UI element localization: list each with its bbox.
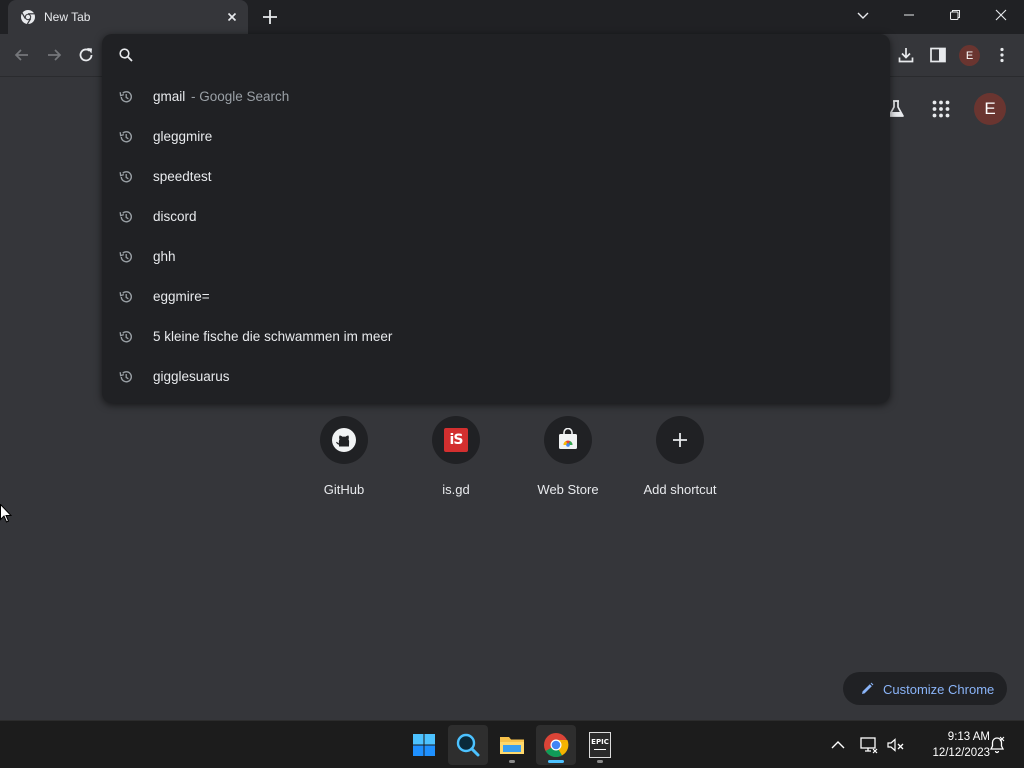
history-icon	[119, 371, 132, 383]
omnibox-dropdown: gmail - Google Search gleggmire speedtest di…	[102, 34, 890, 403]
taskbar: EPIC 9:13 AM 12/12/2023	[0, 720, 1024, 768]
profile-avatar[interactable]: E	[974, 93, 1006, 125]
suggestion-description: - Google Search	[191, 89, 290, 104]
shortcut-tile	[544, 416, 592, 464]
speaker-muted-icon[interactable]	[885, 735, 905, 755]
tab-new-tab[interactable]: New Tab	[8, 0, 248, 34]
taskbar-search-button[interactable]	[448, 725, 488, 765]
tab-close-icon[interactable]	[224, 9, 240, 25]
github-icon	[332, 428, 356, 452]
webstore-icon	[559, 428, 577, 449]
restore-button[interactable]	[932, 0, 978, 30]
network-icon[interactable]	[859, 735, 879, 755]
close-icon	[995, 9, 1007, 21]
suggestion-text: speedtest	[153, 169, 212, 184]
back-arrow-icon[interactable]	[12, 45, 32, 65]
shortcut-label: Web Store	[537, 482, 599, 497]
suggestion-text: discord	[153, 209, 197, 224]
apps-grid-icon[interactable]	[931, 99, 951, 119]
tab-title: New Tab	[44, 10, 91, 24]
side-panel-icon[interactable]	[928, 45, 948, 65]
shortcut-tile: iS	[432, 416, 480, 464]
close-window-button[interactable]	[978, 0, 1024, 30]
history-icon	[119, 171, 132, 183]
history-icon	[119, 331, 132, 343]
mouse-cursor-icon	[0, 504, 12, 523]
omnibox-suggestion[interactable]: gleggmire	[102, 117, 890, 157]
notification-bell-icon[interactable]	[987, 735, 1007, 755]
shortcut-label: GitHub	[323, 482, 365, 497]
clock-date: 12/12/2023	[932, 747, 990, 759]
search-icon	[119, 48, 133, 62]
customize-chrome-button[interactable]: Customize Chrome	[843, 672, 1007, 705]
menu-kebab-icon[interactable]	[992, 45, 1012, 65]
reload-icon[interactable]	[76, 45, 96, 65]
address-bar-input[interactable]	[148, 42, 868, 68]
shortcut-isgd[interactable]: iS is.gd	[400, 416, 512, 506]
suggestion-text: gigglesuarus	[153, 369, 230, 384]
clock-time: 9:13 AM	[947, 731, 990, 743]
restore-icon	[950, 10, 960, 20]
omnibox-suggestion[interactable]: ghh	[102, 237, 890, 277]
history-icon	[119, 91, 132, 103]
add-shortcut-button[interactable]: Add shortcut	[624, 416, 736, 506]
taskbar-chrome[interactable]	[536, 725, 576, 765]
epic-logo-text: EPIC	[591, 737, 609, 746]
tab-strip: New Tab	[0, 0, 1024, 34]
shortcut-web-store[interactable]: Web Store	[512, 416, 624, 506]
taskbar-file-explorer[interactable]	[492, 725, 532, 765]
shortcut-tile	[656, 416, 704, 464]
omnibox-suggestion[interactable]: gigglesuarus	[102, 357, 890, 397]
running-indicator	[509, 760, 515, 763]
file-explorer-icon	[500, 737, 524, 754]
shortcut-label: is.gd	[442, 482, 470, 497]
epic-games-icon: EPIC	[589, 732, 611, 758]
shortcut-github[interactable]: GitHub	[288, 416, 400, 506]
taskbar-clock[interactable]: 9:13 AM 12/12/2023	[910, 729, 990, 761]
suggestion-text: gleggmire	[153, 129, 213, 144]
minimize-icon	[904, 14, 914, 16]
omnibox-suggestion[interactable]: speedtest	[102, 157, 890, 197]
suggestion-list: gmail - Google Search gleggmire speedtest di…	[102, 77, 890, 397]
suggestion-text: gmail	[153, 89, 186, 104]
windows-start-icon	[413, 734, 435, 756]
minimize-button[interactable]	[886, 0, 932, 30]
chrome-icon	[544, 733, 569, 758]
running-indicator	[597, 760, 603, 763]
chevron-up-icon[interactable]	[828, 735, 848, 755]
pencil-icon	[862, 682, 874, 694]
taskbar-epic-games[interactable]: EPIC	[580, 725, 620, 765]
history-icon	[119, 251, 132, 263]
customize-chrome-label: Customize Chrome	[883, 682, 995, 697]
profile-avatar-small[interactable]: E	[959, 45, 980, 66]
isgd-icon: iS	[444, 428, 468, 452]
new-tab-plus-icon[interactable]	[259, 6, 281, 28]
omnibox-suggestion[interactable]: discord	[102, 197, 890, 237]
suggestion-text: 5 kleine fische die schwammen im meer	[153, 329, 393, 344]
shortcut-label: Add shortcut	[643, 482, 717, 497]
search-icon	[456, 733, 480, 757]
chevron-down-icon	[857, 12, 869, 19]
running-indicator	[548, 760, 564, 763]
suggestion-text: ghh	[153, 249, 176, 264]
shortcut-tile	[320, 416, 368, 464]
tab-search-button[interactable]	[840, 0, 886, 30]
omnibox-suggestion[interactable]: eggmire=	[102, 277, 890, 317]
history-icon	[119, 211, 132, 223]
omnibox	[102, 34, 890, 76]
plus-icon	[673, 433, 687, 447]
forward-arrow-icon[interactable]	[44, 45, 64, 65]
download-icon[interactable]	[896, 45, 916, 65]
start-button[interactable]	[404, 725, 444, 765]
suggestion-text: eggmire=	[153, 289, 210, 304]
history-icon	[119, 291, 132, 303]
omnibox-suggestion[interactable]: 5 kleine fische die schwammen im meer	[102, 317, 890, 357]
chrome-icon	[21, 10, 35, 25]
history-icon	[119, 131, 132, 143]
omnibox-suggestion[interactable]: gmail - Google Search	[102, 77, 890, 117]
